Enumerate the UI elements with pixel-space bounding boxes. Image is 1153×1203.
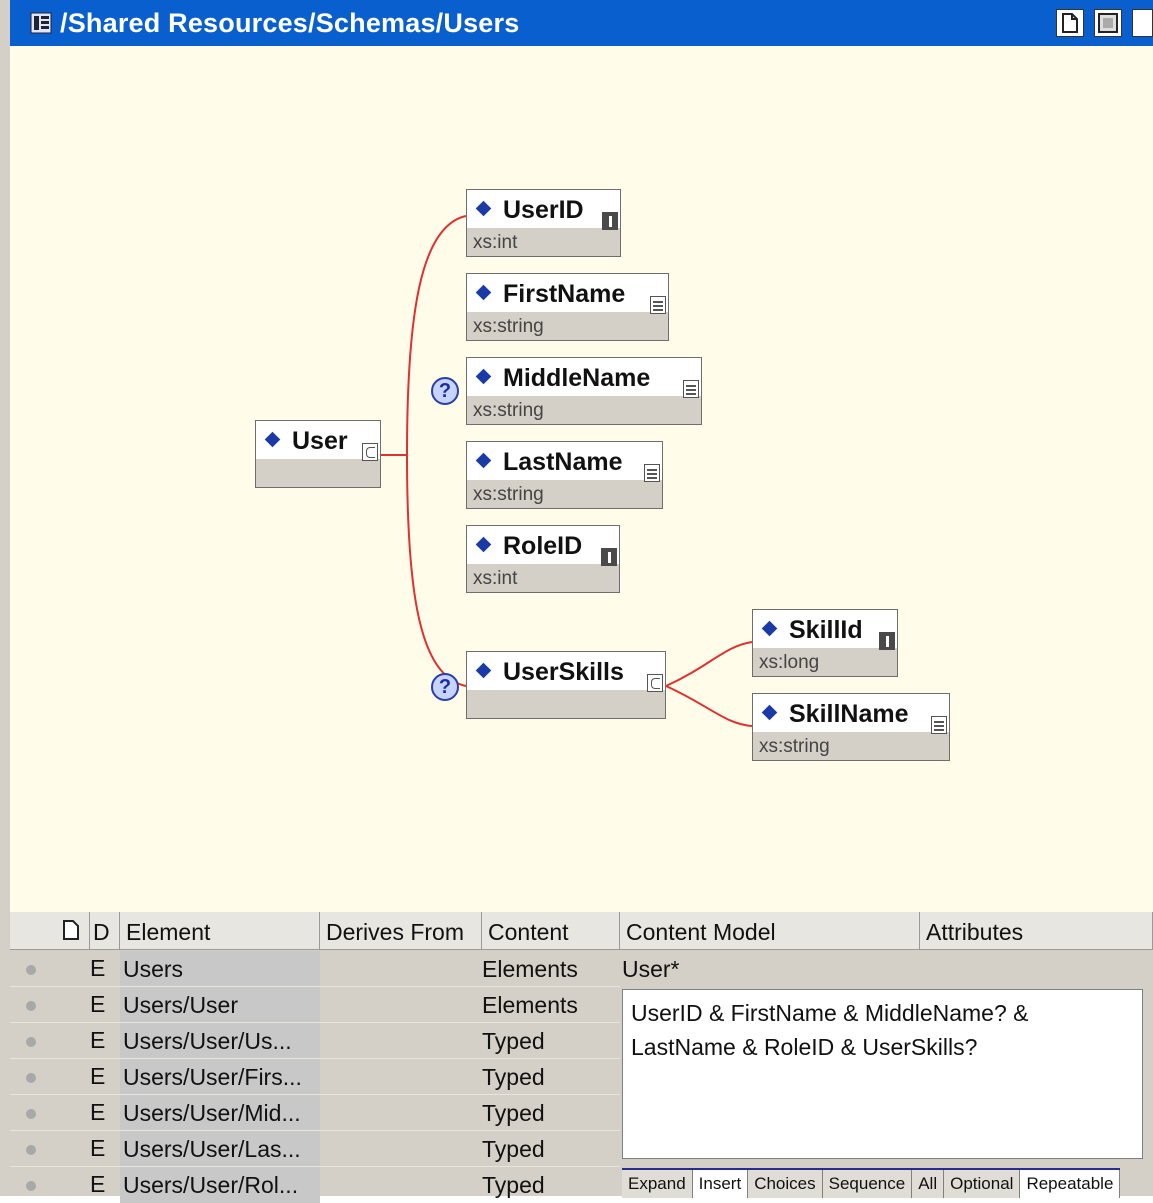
node-roleid[interactable]: RoleID xs:int — [466, 525, 620, 593]
insert-button[interactable]: Insert — [692, 1170, 749, 1198]
title-bar: /Shared Resources/Schemas/Users — [10, 0, 1153, 46]
window-title: /Shared Resources/Schemas/Users — [60, 7, 520, 38]
row-bullet-icon — [26, 1037, 36, 1047]
row-bullet-icon — [26, 1181, 36, 1191]
node-name: SkillId — [789, 616, 863, 644]
row-content: Elements — [482, 992, 578, 1018]
table-row[interactable]: E Users/User Elements — [10, 987, 620, 1023]
header-derives-from[interactable]: Derives From — [320, 912, 482, 950]
node-type: xs:string — [473, 400, 544, 421]
row-content: Typed — [482, 1100, 545, 1126]
schema-diagram-canvas: User UserID xs:int FirstName xs:string ?… — [10, 46, 1153, 912]
schema-icon — [30, 12, 52, 34]
window-button[interactable] — [1132, 9, 1153, 37]
row-content: Typed — [482, 1136, 545, 1162]
table-row[interactable]: E Users/User/Rol... Typed — [10, 1167, 620, 1203]
node-name: RoleID — [503, 532, 583, 560]
simple-type-icon — [644, 464, 660, 482]
header-content[interactable]: Content — [482, 912, 620, 950]
row-bullet-icon — [26, 1001, 36, 1011]
table-row[interactable]: E Users/User/Firs... Typed — [10, 1059, 620, 1095]
row-kind: E — [90, 1027, 106, 1053]
node-userskills[interactable]: UserSkills — [466, 651, 666, 719]
node-type: xs:string — [473, 316, 544, 337]
row-kind: E — [90, 1171, 106, 1197]
properties-button[interactable] — [1094, 9, 1122, 37]
node-type: xs:string — [473, 484, 544, 505]
info-icon — [602, 212, 618, 230]
row-element: Users — [120, 951, 320, 987]
row-bullet-icon — [26, 1073, 36, 1083]
row-element: Users/User/Us... — [120, 1023, 320, 1059]
node-name: FirstName — [503, 280, 626, 308]
table-row[interactable]: E Users/User/Las... Typed — [10, 1131, 620, 1167]
optional-marker-icon: ? — [431, 377, 459, 405]
content-model-toolbar: Expand Insert Choices Sequence All Optio… — [622, 1168, 1121, 1198]
row-kind: E — [90, 1135, 106, 1161]
node-firstname[interactable]: FirstName xs:string — [466, 273, 669, 341]
content-model-editor[interactable]: UserID & FirstName & MiddleName? & LastN… — [622, 989, 1143, 1159]
content-model-value: User* — [622, 956, 680, 982]
simple-type-icon — [683, 380, 699, 398]
row-content: Typed — [482, 1064, 545, 1090]
row-element: Users/User/Firs... — [120, 1059, 320, 1095]
info-icon — [601, 548, 617, 566]
row-element: Users/User — [120, 987, 320, 1023]
table-row[interactable]: E Users/User/Us... Typed — [10, 1023, 620, 1059]
node-lastname[interactable]: LastName xs:string — [466, 441, 663, 509]
row-bullet-icon — [26, 1109, 36, 1119]
element-grid: D Element Derives From Content Content M… — [10, 912, 1153, 1203]
simple-type-icon — [931, 716, 947, 734]
row-element: Users/User/Las... — [120, 1131, 320, 1167]
header-d[interactable]: D — [90, 912, 120, 950]
node-name: MiddleName — [503, 364, 651, 392]
table-row[interactable]: E Users Elements — [10, 951, 620, 987]
row-bullet-icon — [26, 965, 36, 975]
node-skillid[interactable]: SkillId xs:long — [752, 609, 898, 677]
choices-button[interactable]: Choices — [748, 1170, 823, 1198]
complex-type-icon — [362, 443, 378, 461]
new-document-button[interactable] — [1056, 9, 1084, 37]
node-type: xs:string — [759, 736, 830, 757]
header-element[interactable]: Element — [120, 912, 320, 950]
node-middlename[interactable]: MiddleName xs:string — [466, 357, 702, 425]
content-model-line: UserID & FirstName & MiddleName? & — [631, 1000, 1029, 1026]
node-type: xs:int — [473, 232, 518, 253]
content-model-line: LastName & RoleID & UserSkills? — [631, 1034, 978, 1060]
header-attributes[interactable]: Attributes — [920, 912, 1153, 950]
node-name: UserID — [503, 196, 584, 224]
optional-button[interactable]: Optional — [944, 1170, 1021, 1198]
complex-type-icon — [647, 674, 663, 692]
row-bullet-icon — [26, 1145, 36, 1155]
node-userid[interactable]: UserID xs:int — [466, 189, 621, 257]
expand-button[interactable]: Expand — [622, 1170, 693, 1198]
row-content: Elements — [482, 956, 578, 982]
optional-marker-icon: ? — [431, 673, 459, 701]
row-kind: E — [90, 955, 106, 981]
row-content: Typed — [482, 1028, 545, 1054]
node-name: LastName — [503, 448, 623, 476]
node-skillname[interactable]: SkillName xs:string — [752, 693, 950, 761]
simple-type-icon — [650, 296, 666, 314]
node-user[interactable]: User — [255, 420, 381, 488]
node-name: UserSkills — [503, 658, 624, 686]
row-content: Typed — [482, 1172, 545, 1198]
header-doc-col[interactable] — [10, 912, 90, 950]
row-kind: E — [90, 1063, 106, 1089]
repeatable-button[interactable]: Repeatable — [1020, 1170, 1121, 1198]
info-icon — [879, 632, 895, 650]
row-element: Users/User/Rol... — [120, 1167, 320, 1203]
node-type: xs:int — [473, 568, 518, 589]
node-name: User — [292, 427, 348, 455]
sequence-button[interactable]: Sequence — [822, 1170, 913, 1198]
table-row[interactable]: E Users/User/Mid... Typed — [10, 1095, 620, 1131]
row-element: Users/User/Mid... — [120, 1095, 320, 1131]
row-kind: E — [90, 1099, 106, 1125]
node-type: xs:long — [759, 652, 820, 673]
row-kind: E — [90, 991, 106, 1017]
all-button[interactable]: All — [912, 1170, 945, 1198]
node-name: SkillName — [789, 700, 909, 728]
header-content-model[interactable]: Content Model — [620, 912, 920, 950]
document-icon — [63, 920, 79, 940]
